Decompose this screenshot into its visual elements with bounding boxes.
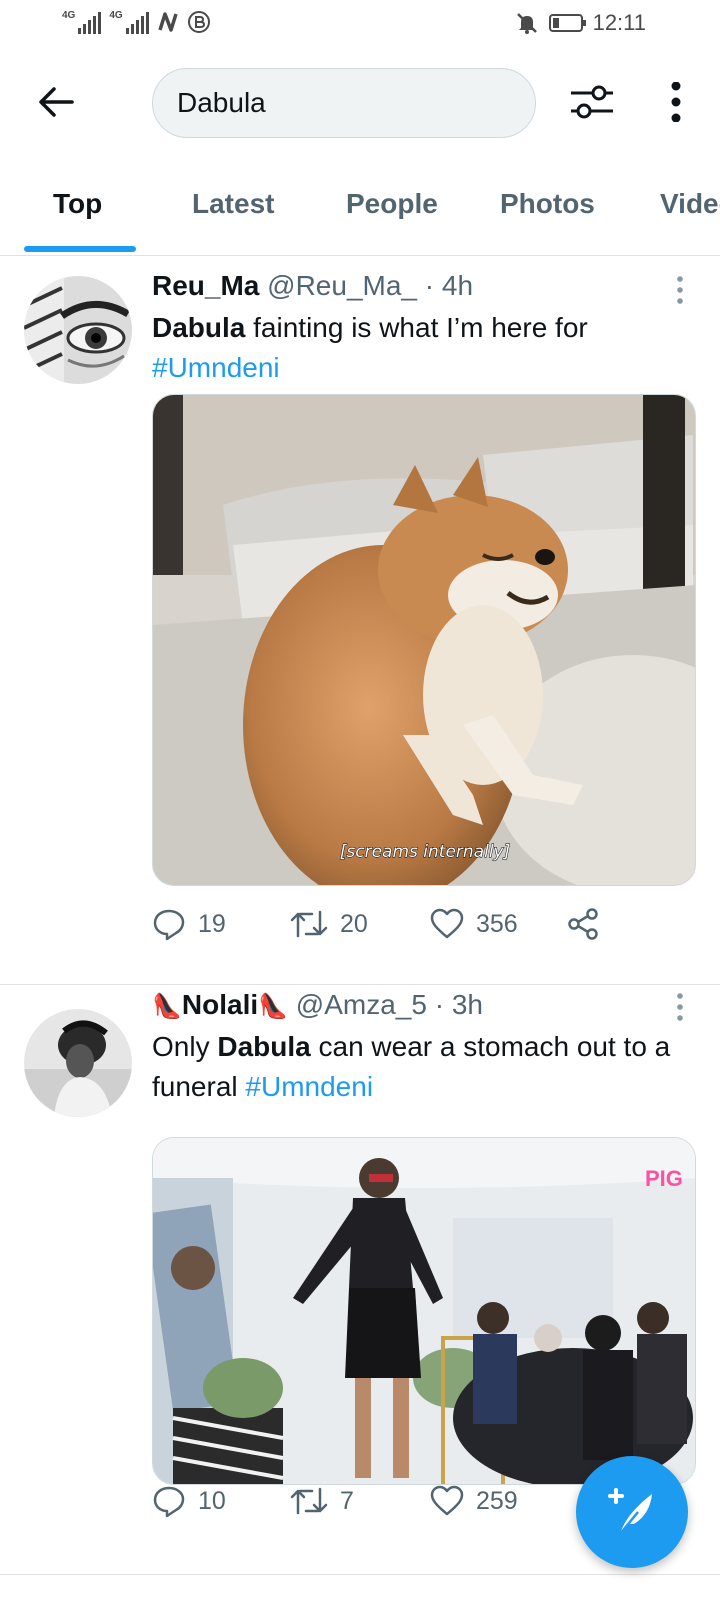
name-emoji: 👠 xyxy=(258,992,289,1020)
signal-strength-icon: 4G xyxy=(109,10,149,34)
more-vertical-icon xyxy=(677,276,683,304)
hashtag-link[interactable]: #Umndeni xyxy=(245,1071,373,1102)
author-handle[interactable]: @Amza_5 xyxy=(296,989,427,1020)
like-button[interactable]: 356 xyxy=(430,900,518,948)
nfc-icon xyxy=(158,12,178,32)
tab-photos[interactable]: Photos xyxy=(500,188,595,220)
speech-bubble-icon xyxy=(153,909,185,941)
hashtag-link[interactable]: #Umndeni xyxy=(152,352,280,383)
tweet-more-button[interactable] xyxy=(664,987,696,1027)
network-type-label: 4G xyxy=(62,10,76,21)
avatar-image xyxy=(24,276,132,384)
retweet-icon xyxy=(290,910,328,938)
network-type-label: 4G xyxy=(109,10,123,21)
arrow-left-icon xyxy=(39,87,74,117)
tweet-media-photo[interactable]: [screams internally] xyxy=(152,394,696,886)
compose-feather-icon xyxy=(608,1488,652,1535)
tweet-body: Only xyxy=(152,1031,218,1062)
search-term-highlight: Dabula xyxy=(217,1031,311,1062)
more-vertical-icon xyxy=(671,82,681,122)
tweet-time: · 3h xyxy=(434,989,483,1020)
bluetooth-badge-icon xyxy=(187,11,210,33)
tab-top[interactable]: Top xyxy=(53,188,102,220)
heart-icon xyxy=(430,908,464,939)
tweet-text: Dabula fainting is what I’m here for #Um… xyxy=(152,308,700,388)
heart-icon xyxy=(430,1485,464,1516)
search-filter-button[interactable] xyxy=(566,76,618,128)
reply-count: 19 xyxy=(198,909,226,938)
avatar[interactable] xyxy=(24,1009,132,1117)
sliders-icon xyxy=(571,85,613,119)
retweet-button[interactable]: 7 xyxy=(290,1477,354,1525)
tweet-more-button[interactable] xyxy=(664,270,696,310)
tweet-text: Only Dabula can wear a stomach out to a … xyxy=(152,1027,700,1107)
search-input[interactable]: Dabula xyxy=(152,68,536,138)
more-options-button[interactable] xyxy=(650,76,702,128)
reply-button[interactable]: 19 xyxy=(152,900,226,948)
avatar-image xyxy=(24,1009,132,1117)
tweet-media-photo[interactable]: PIG xyxy=(152,1137,696,1485)
search-tabs: Top Latest People Photos Videos xyxy=(0,168,720,256)
watermark: PIG xyxy=(645,1166,683,1191)
like-button[interactable]: 259 xyxy=(430,1477,518,1525)
tweet-time: · 4h xyxy=(424,270,474,301)
notifications-off-icon xyxy=(516,13,537,34)
active-tab-indicator xyxy=(24,246,136,252)
search-header: Dabula xyxy=(0,56,720,152)
status-right: 12:11 xyxy=(515,10,646,36)
status-bar: 4G 4G 12:11 xyxy=(0,0,720,48)
tweet-body: fainting is what I’m here for xyxy=(245,312,588,343)
status-left: 4G 4G xyxy=(62,10,211,34)
status-time: 12:11 xyxy=(592,10,646,35)
avatar[interactable] xyxy=(24,276,132,384)
tweet-header: 👠Nolali👠 @Amza_5 · 3h xyxy=(152,989,483,1021)
share-icon xyxy=(568,908,598,940)
tweet-header: Reu_Ma @Reu_Ma_ · 4h xyxy=(152,270,473,302)
retweet-count: 20 xyxy=(340,909,368,938)
speech-bubble-icon xyxy=(153,1486,185,1518)
tab-latest[interactable]: Latest xyxy=(192,188,274,220)
compose-tweet-button[interactable] xyxy=(576,1456,688,1568)
image-caption: [screams internally] xyxy=(340,842,510,862)
share-button[interactable] xyxy=(566,900,600,948)
tweet-divider xyxy=(0,1574,720,1575)
reply-count: 10 xyxy=(198,1486,226,1515)
tweet[interactable]: Reu_Ma @Reu_Ma_ · 4h Dabula fainting is … xyxy=(0,256,720,984)
tab-videos[interactable]: Videos xyxy=(660,188,720,220)
signal-strength-icon: 4G xyxy=(62,10,102,34)
back-button[interactable] xyxy=(30,76,82,128)
tweet-actions: 19 20 356 xyxy=(152,900,652,948)
retweet-button[interactable]: 20 xyxy=(290,900,368,948)
like-count: 259 xyxy=(476,1486,518,1515)
battery-icon xyxy=(548,14,586,32)
search-term-highlight: Dabula xyxy=(152,312,246,343)
search-query: Dabula xyxy=(177,87,266,118)
tab-people[interactable]: People xyxy=(346,188,438,220)
retweet-count: 7 xyxy=(340,1486,354,1515)
name-emoji: 👠 xyxy=(152,992,182,1020)
author-name[interactable]: Reu_Ma xyxy=(152,270,259,301)
reply-button[interactable]: 10 xyxy=(152,1477,226,1525)
like-count: 356 xyxy=(476,909,518,938)
shiba-dog-image: [screams internally] xyxy=(153,395,695,885)
more-vertical-icon xyxy=(677,993,683,1021)
funeral-scene-image: PIG xyxy=(153,1138,695,1484)
author-name[interactable]: Nolali xyxy=(182,989,258,1020)
retweet-icon xyxy=(290,1487,328,1515)
author-handle[interactable]: @Reu_Ma_ xyxy=(267,270,417,301)
